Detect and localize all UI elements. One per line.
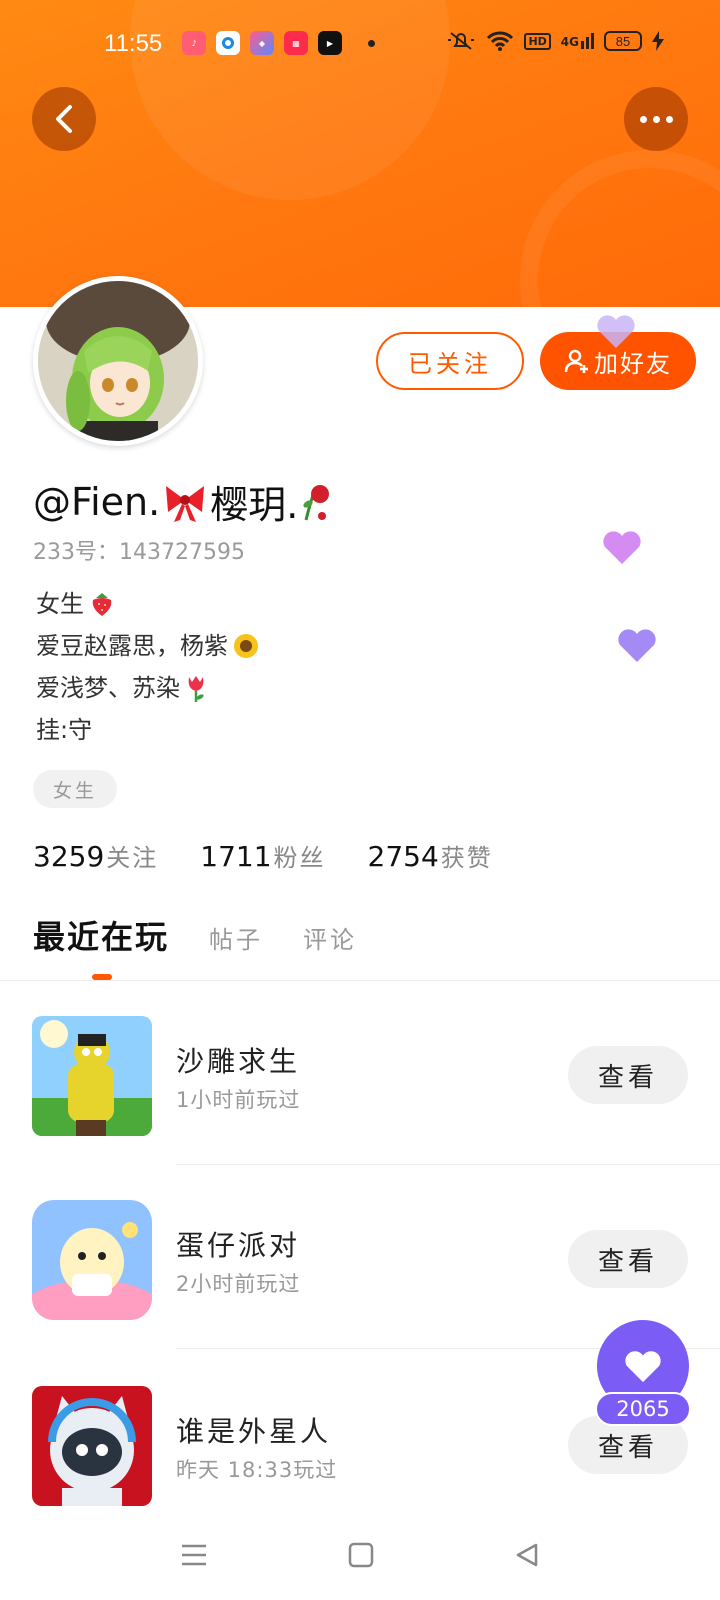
bio-line: 爱豆赵露思，杨紫 <box>36 625 260 667</box>
strawberry-icon <box>92 593 112 616</box>
tab-comments[interactable]: 评论 <box>303 920 357 955</box>
status-app-icons: ♪ ◆ ▦ ▶ <box>182 31 375 55</box>
floating-heart-icon <box>618 629 656 662</box>
like-count-badge: 2065 <box>595 1392 691 1426</box>
floating-heart-icon <box>597 315 635 348</box>
game-played-time: 2小时前玩过 <box>176 1272 301 1296</box>
more-options-button[interactable] <box>624 87 688 151</box>
game-name: 沙雕求生 <box>176 1045 301 1078</box>
anime-avatar-image <box>38 281 198 441</box>
menu-icon[interactable] <box>180 1542 208 1568</box>
shortcut-app-icon: ◆ <box>250 31 274 55</box>
back-triangle-icon[interactable] <box>514 1542 540 1568</box>
wilted-rose-icon <box>303 484 330 520</box>
status-system-icons: HD 4G 85 <box>446 30 664 52</box>
heart-icon <box>625 1351 661 1383</box>
gender-tag: 女生 <box>33 770 118 808</box>
system-navigation-bar <box>0 1510 720 1600</box>
eggy-party-game-icon <box>32 1200 152 1320</box>
browser-app-icon <box>216 31 240 55</box>
game-played-time: 昨天 18:33玩过 <box>176 1458 338 1482</box>
tabs-divider <box>0 980 720 981</box>
game-app-icon: ▦ <box>284 31 308 55</box>
music-app-icon: ♪ <box>182 31 206 55</box>
list-item[interactable]: 蛋仔派对 2小时前玩过 查看 <box>0 1200 720 1320</box>
game-name: 谁是外星人 <box>176 1415 332 1448</box>
game-icon <box>32 1386 152 1506</box>
ribbon-bow-icon <box>166 485 205 522</box>
wifi-icon <box>487 31 514 51</box>
game-name: 蛋仔派对 <box>176 1229 301 1262</box>
followers-count: 1711 <box>200 840 272 873</box>
stat-following[interactable]: 3259关注 <box>33 838 158 873</box>
back-button[interactable] <box>32 87 96 151</box>
following-count: 3259 <box>33 840 105 873</box>
stat-likes[interactable]: 2754获赞 <box>368 838 493 873</box>
notification-dot-icon <box>368 39 375 47</box>
game-icon <box>32 1200 152 1320</box>
bio: 女生 爱豆赵露思，杨紫 爱浅梦、苏染 挂:守 <box>36 583 260 751</box>
profile-stats: 3259关注 1711粉丝 2754获赞 <box>33 838 493 873</box>
username: @Fien. 樱玥. <box>33 474 334 529</box>
avatar[interactable] <box>33 276 203 446</box>
tab-recently-played[interactable]: 最近在玩 <box>33 912 169 958</box>
status-time: 11:55 <box>104 30 163 57</box>
status-bar: 11:55 ♪ ◆ ▦ ▶ HD 4G 85 <box>0 0 720 90</box>
sandsculpture-game-icon <box>32 1016 152 1136</box>
charging-bolt-icon <box>652 31 664 51</box>
home-square-icon[interactable] <box>348 1542 374 1568</box>
mute-bell-icon <box>448 32 475 50</box>
chevron-left-icon <box>56 105 72 133</box>
view-button[interactable]: 查看 <box>568 1230 688 1288</box>
who-is-alien-game-icon <box>32 1386 152 1506</box>
view-button[interactable]: 查看 <box>568 1046 688 1104</box>
floating-heart-icon <box>603 531 641 564</box>
hd-badge: HD <box>524 32 551 50</box>
following-button[interactable]: 已关注 <box>376 332 524 390</box>
battery-indicator: 85 <box>604 31 642 51</box>
tab-posts[interactable]: 帖子 <box>209 920 263 955</box>
tulip-icon <box>188 676 204 702</box>
bio-line: 女生 <box>36 583 260 625</box>
stat-followers[interactable]: 1711粉丝 <box>200 838 325 873</box>
signal-icon: 4G <box>561 33 594 49</box>
profile-tabs: 最近在玩 帖子 评论 <box>33 912 357 958</box>
game-played-time: 1小时前玩过 <box>176 1088 301 1112</box>
following-label: 关注 <box>106 844 159 872</box>
user-id: 233号：143727595 <box>33 540 245 565</box>
likes-count: 2754 <box>367 840 439 873</box>
likes-label: 获赞 <box>440 844 493 872</box>
row-divider <box>176 1164 720 1165</box>
add-user-icon <box>564 349 588 373</box>
list-item[interactable]: 沙雕求生 1小时前玩过 查看 <box>0 1016 720 1136</box>
video-app-icon: ▶ <box>318 31 342 55</box>
sunflower-icon <box>234 634 258 658</box>
bio-line: 挂:守 <box>36 716 93 744</box>
game-icon <box>32 1016 152 1136</box>
bio-line: 爱浅梦、苏染 <box>36 667 260 709</box>
more-dots-icon <box>639 115 673 123</box>
followers-label: 粉丝 <box>273 844 326 872</box>
